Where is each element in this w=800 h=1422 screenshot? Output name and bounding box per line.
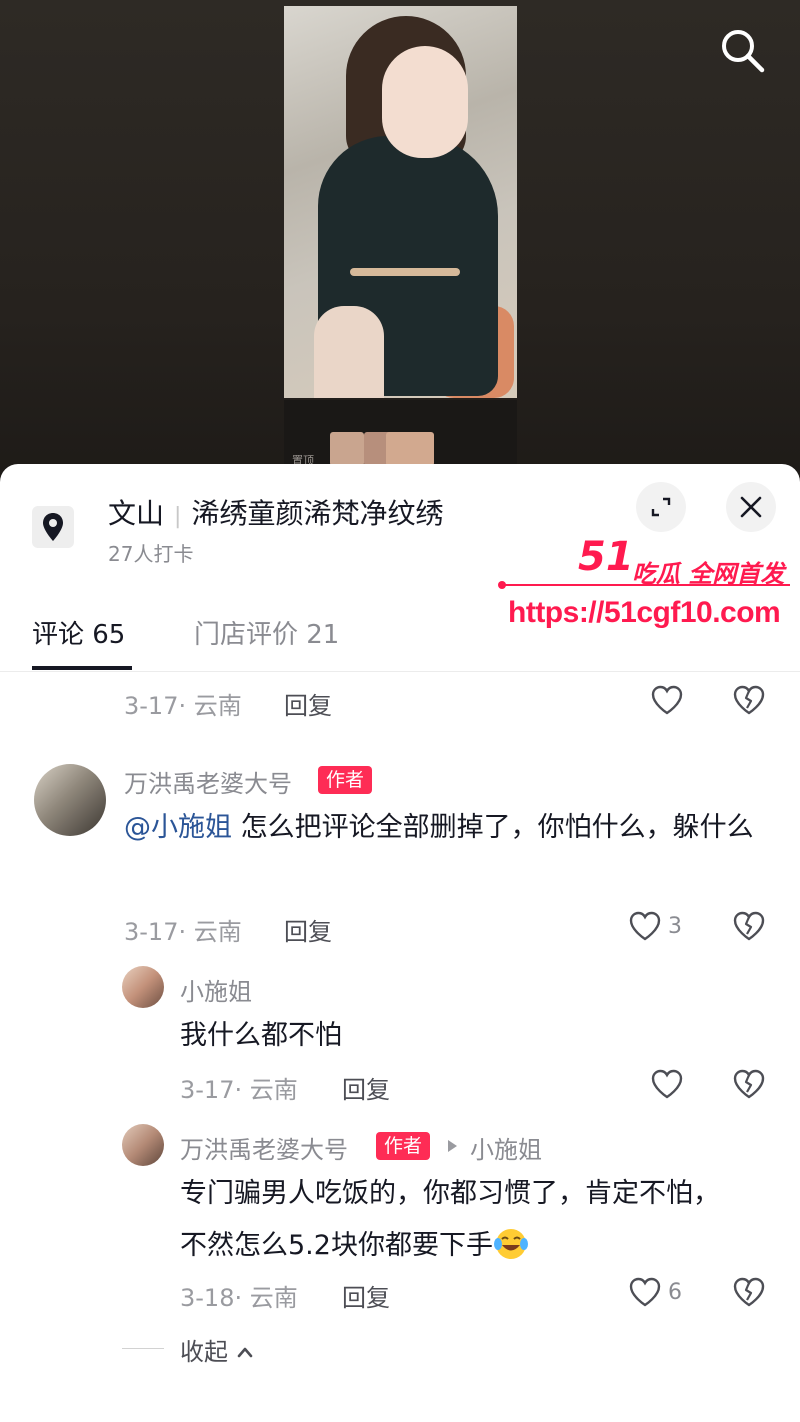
chevron-up-icon bbox=[237, 1347, 252, 1358]
reply-meta: 3-17· 云南 bbox=[180, 1076, 298, 1104]
store-city: 文山 bbox=[108, 497, 165, 530]
like-count: 3 bbox=[668, 914, 682, 939]
reply-meta: 3-18· 云南 bbox=[180, 1284, 298, 1312]
reply-date: 3-17 bbox=[180, 1076, 235, 1104]
like-count: 6 bbox=[668, 1280, 682, 1305]
post-photo[interactable] bbox=[284, 6, 517, 398]
title-separator: | bbox=[174, 504, 182, 529]
reply-text: 我什么都不怕 bbox=[180, 1020, 342, 1051]
comment-region: 云南 bbox=[193, 918, 242, 946]
comment-date: 3-17 bbox=[124, 918, 179, 946]
comment-meta: 3-17· 云南 bbox=[124, 918, 242, 946]
comment-region: 云南 bbox=[193, 692, 242, 720]
collapse-divider bbox=[122, 1348, 164, 1349]
reply-author[interactable]: 万洪禹老婆大号 bbox=[180, 1130, 348, 1165]
reply-to-name[interactable]: 小施姐 bbox=[470, 1130, 542, 1165]
dislike-icon[interactable] bbox=[732, 910, 766, 942]
reply-text: 专门骗男人吃饭的，你都习惯了，肯定不怕，不然怎么5.2块你都要下手 bbox=[180, 1168, 740, 1272]
collapse-label: 收起 bbox=[180, 1338, 228, 1366]
checkin-count: 27人打卡 bbox=[108, 542, 194, 566]
watermark-number: 51 bbox=[578, 534, 634, 580]
comment-text: @小施姐 怎么把评论全部删掉了，你怕什么，躲什么 bbox=[124, 802, 772, 854]
store-title: 文山 | 浠绣童颜浠梵净纹绣 bbox=[108, 492, 443, 532]
reply-date: 3-18 bbox=[180, 1284, 235, 1312]
store-name: 浠绣童颜浠梵净纹绣 bbox=[191, 497, 444, 530]
reply-button[interactable]: 回复 bbox=[284, 912, 332, 947]
reply-button[interactable]: 回复 bbox=[284, 686, 332, 721]
author-badge: 作者 bbox=[318, 766, 373, 794]
avatar[interactable] bbox=[122, 966, 164, 1008]
collapse-replies-button[interactable]: 收起 bbox=[180, 1332, 254, 1367]
heart-icon[interactable] bbox=[628, 1276, 662, 1308]
close-button[interactable] bbox=[726, 482, 776, 532]
search-icon[interactable] bbox=[718, 26, 766, 74]
reply-button[interactable]: 回复 bbox=[342, 1278, 390, 1313]
heart-icon[interactable] bbox=[650, 684, 684, 716]
avatar[interactable] bbox=[122, 1124, 164, 1166]
thumbnail-strip: 置顶 bbox=[284, 400, 517, 467]
photo-face bbox=[382, 46, 468, 158]
thumbnail-3[interactable] bbox=[386, 432, 434, 466]
active-tab-indicator bbox=[32, 666, 132, 670]
location-pin-icon bbox=[32, 506, 74, 548]
expand-icon bbox=[651, 497, 671, 517]
dislike-icon[interactable] bbox=[732, 684, 766, 716]
reply-body: 专门骗男人吃饭的，你都习惯了，肯定不怕，不然怎么5.2块你都要下手 bbox=[180, 1178, 720, 1261]
close-icon bbox=[740, 496, 762, 518]
tab-store-reviews[interactable]: 门店评价 21 bbox=[194, 614, 339, 651]
photo-leg bbox=[314, 306, 384, 398]
author-badge: 作者 bbox=[376, 1132, 431, 1160]
dislike-icon[interactable] bbox=[732, 1068, 766, 1100]
laugh-cry-emoji-icon bbox=[493, 1229, 528, 1259]
avatar[interactable] bbox=[34, 764, 106, 836]
heart-icon[interactable] bbox=[628, 910, 662, 942]
tab-comments[interactable]: 评论 65 bbox=[32, 614, 125, 651]
comment-author[interactable]: 万洪禹老婆大号 bbox=[124, 764, 292, 799]
watermark-url: https://51cgf10.com bbox=[508, 596, 781, 629]
reply-region: 云南 bbox=[249, 1284, 298, 1312]
comment-sheet: 文山 | 浠绣童颜浠梵净纹绣 27人打卡 51 吃瓜 全网首发 https://51… bbox=[0, 464, 800, 1422]
tabs-divider bbox=[0, 671, 800, 672]
expand-button[interactable] bbox=[636, 482, 686, 532]
photo-belt bbox=[350, 268, 460, 276]
reply-region: 云南 bbox=[249, 1076, 298, 1104]
watermark-line bbox=[500, 584, 790, 586]
reply-arrow-icon bbox=[448, 1140, 457, 1152]
reply-author[interactable]: 小施姐 bbox=[180, 972, 252, 1007]
thumbnail-1[interactable] bbox=[330, 432, 364, 466]
comment-body: 怎么把评论全部删掉了，你怕什么，躲什么 bbox=[240, 812, 754, 843]
mention-link[interactable]: @小施姐 bbox=[124, 812, 232, 843]
dislike-icon[interactable] bbox=[732, 1276, 766, 1308]
comment-date: 3-17 bbox=[124, 692, 179, 720]
reply-button[interactable]: 回复 bbox=[342, 1070, 390, 1105]
heart-icon[interactable] bbox=[650, 1068, 684, 1100]
comment-meta: 3-17· 云南 bbox=[124, 692, 242, 720]
